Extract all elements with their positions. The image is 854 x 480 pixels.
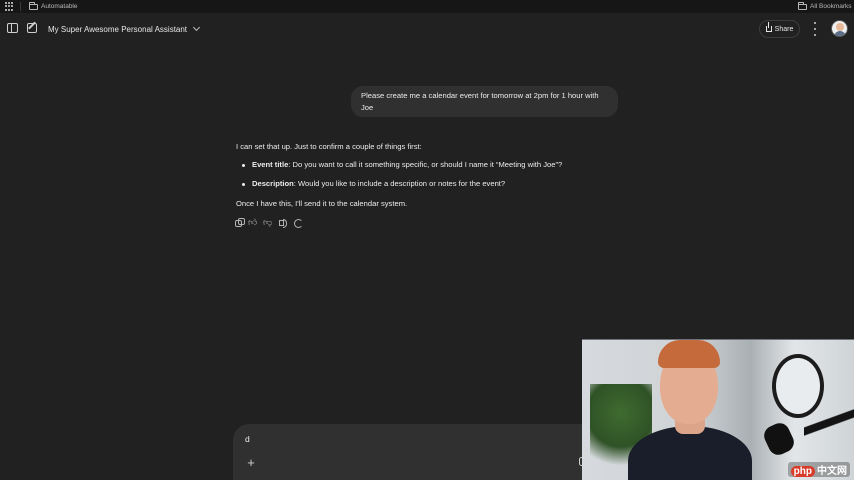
share-button[interactable]: Share: [759, 20, 800, 38]
avatar[interactable]: [831, 20, 848, 37]
folder-icon: [798, 1, 807, 10]
message-composer: +: [233, 424, 633, 480]
bullet-term: Event title: [252, 160, 289, 169]
bookmark-folder-label: Automatable: [41, 3, 78, 10]
chevron-down-icon: [192, 23, 201, 32]
bookmark-folder-label: All Bookmarks: [810, 3, 852, 10]
assistant-intro: I can set that up. Just to confirm a cou…: [236, 142, 422, 151]
thumbs-up-icon[interactable]: 👍︎: [248, 218, 257, 227]
bullet-term: Description: [252, 179, 294, 188]
sidebar-toggle-icon[interactable]: [7, 23, 18, 33]
new-chat-icon[interactable]: [27, 23, 37, 33]
share-icon: [765, 22, 772, 32]
assistant-bullet-list: Event title: Do you want to call it some…: [236, 159, 616, 190]
watermark-text: php: [790, 466, 815, 477]
apps-icon[interactable]: [5, 2, 14, 11]
folder-icon: [29, 1, 38, 10]
assistant-outro: Once I have this, I'll send it to the ca…: [236, 199, 408, 208]
watermark-logo: php 中文网: [787, 462, 850, 477]
plus-icon[interactable]: +: [243, 454, 259, 470]
user-message-text: Please create me a calendar event for to…: [361, 91, 599, 112]
page-title: My Super Awesome Personal Assistant: [48, 24, 188, 34]
share-label: Share: [774, 25, 794, 33]
bullet-text: : Would you like to include a descriptio…: [293, 179, 506, 188]
bookmarks-divider: [20, 2, 21, 11]
list-item: Event title: Do you want to call it some…: [236, 159, 616, 171]
copy-icon[interactable]: [235, 217, 245, 227]
top-header: My Super Awesome Personal Assistant Shar…: [0, 13, 854, 45]
message-input[interactable]: [245, 432, 545, 446]
regenerate-icon[interactable]: [293, 218, 303, 228]
message-actions: 👍︎ 👎︎: [235, 217, 303, 228]
bookmark-folder-automatable[interactable]: Automatable: [29, 0, 78, 13]
read-aloud-icon[interactable]: [278, 218, 287, 228]
watermark-suffix: 中文网: [817, 466, 847, 477]
assistant-message: I can set that up. Just to confirm a cou…: [236, 140, 616, 211]
assistant-selector[interactable]: My Super Awesome Personal Assistant: [48, 20, 201, 38]
bullet-text: : Do you want to call it something speci…: [288, 160, 563, 169]
more-icon[interactable]: [813, 22, 817, 36]
webcam-overlay: php 中文网: [582, 339, 854, 480]
bookmarks-bar: Automatable All Bookmarks: [0, 0, 854, 13]
bookmark-folder-all[interactable]: All Bookmarks: [798, 0, 852, 13]
user-message: Please create me a calendar event for to…: [351, 86, 618, 117]
list-item: Description: Would you like to include a…: [236, 178, 616, 190]
thumbs-down-icon[interactable]: 👎︎: [263, 218, 272, 227]
